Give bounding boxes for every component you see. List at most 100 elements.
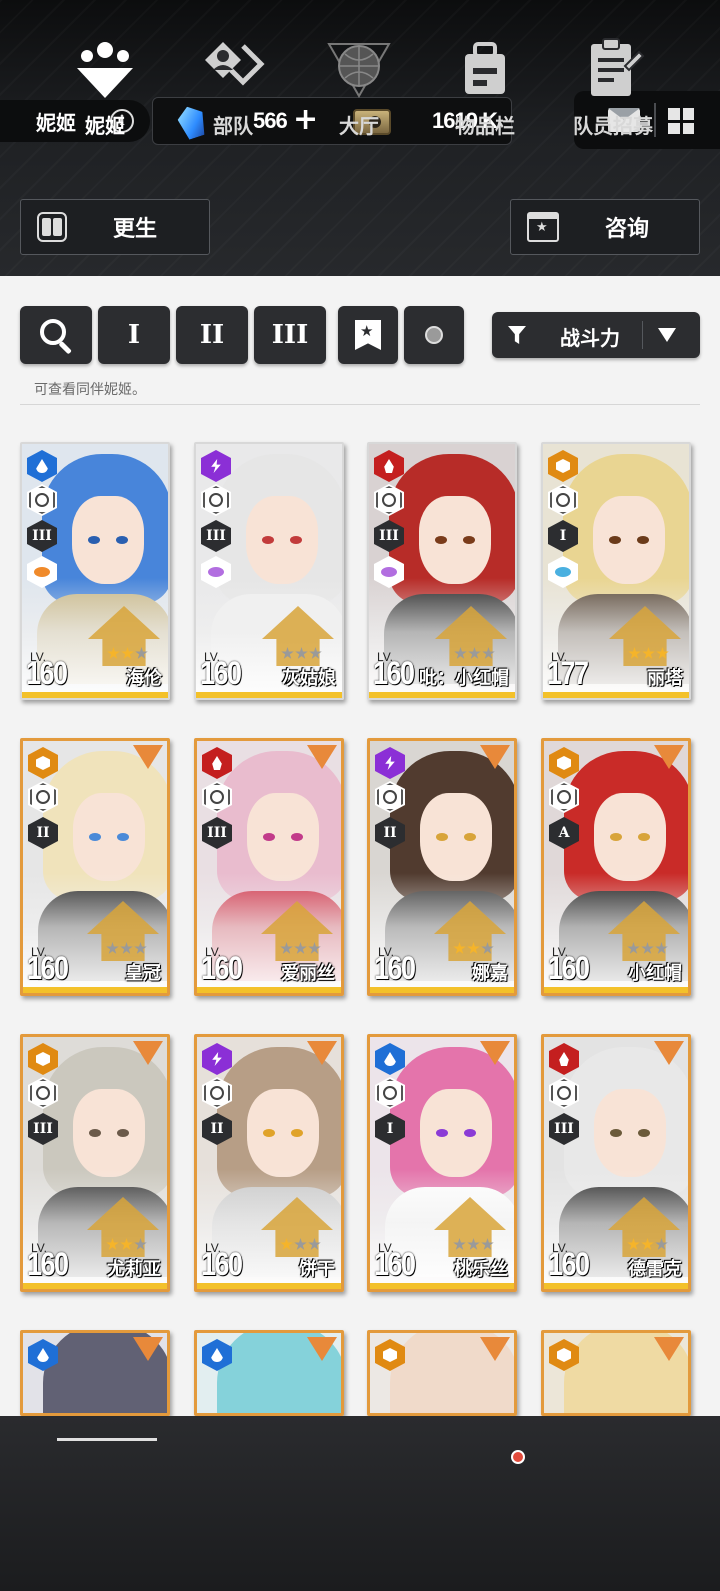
nikke-card[interactable]: III LV. 160 吡：小红帽 bbox=[367, 442, 517, 700]
level-bar bbox=[543, 692, 689, 698]
nikke-card[interactable] bbox=[541, 1330, 691, 1416]
nav-inventory[interactable]: 物品栏 bbox=[420, 0, 550, 175]
level-value: 160 bbox=[27, 950, 69, 986]
limit-break-stars bbox=[627, 942, 668, 955]
circle-icon bbox=[425, 326, 443, 344]
limit-break-stars bbox=[106, 942, 147, 955]
nikke-card[interactable]: III LV. 160 德雷克 bbox=[541, 1034, 691, 1292]
limit-break-stars bbox=[627, 1238, 668, 1251]
character-name: 爱丽丝 bbox=[281, 963, 335, 984]
bookmark-star-icon bbox=[355, 320, 381, 350]
limit-break-stars bbox=[281, 647, 322, 660]
search-button[interactable] bbox=[20, 306, 92, 364]
level-value: 160 bbox=[373, 655, 415, 691]
burst-level: III bbox=[206, 528, 226, 544]
consult-button[interactable]: 咨询 bbox=[510, 199, 700, 255]
nikke-card[interactable] bbox=[367, 1330, 517, 1416]
burst-2-filter[interactable]: II bbox=[176, 306, 248, 364]
character-name: 尤莉亚 bbox=[107, 1259, 161, 1280]
nav-squad[interactable]: 部队 bbox=[168, 0, 298, 175]
limit-break-stars bbox=[280, 942, 321, 955]
level-value: 160 bbox=[200, 655, 242, 691]
limit-break-stars bbox=[106, 1238, 147, 1251]
limit-break-stars bbox=[107, 647, 148, 660]
hint-text: 可查看同伴妮姬。 bbox=[34, 382, 146, 398]
character-name: 丽塔 bbox=[647, 668, 683, 689]
level-value: 160 bbox=[548, 950, 590, 986]
filter-icon bbox=[508, 326, 526, 344]
squad-icon bbox=[205, 42, 265, 86]
character-name: 灰姑娘 bbox=[282, 668, 336, 689]
divider bbox=[642, 321, 643, 349]
level-value: 160 bbox=[201, 950, 243, 986]
notification-badge bbox=[511, 1450, 525, 1464]
nikke-card[interactable]: II LV. 160 娜嘉 bbox=[367, 738, 517, 996]
nikke-card[interactable]: I LV. 177 丽塔 bbox=[541, 442, 691, 700]
rebirth-label: 更生 bbox=[112, 217, 157, 242]
level-value: 160 bbox=[26, 655, 68, 691]
level-bar bbox=[23, 1283, 167, 1289]
nav-label: 妮姬 bbox=[85, 114, 125, 138]
burst-level: III bbox=[379, 528, 399, 544]
search-icon bbox=[40, 319, 66, 345]
active-tab-indicator bbox=[57, 1438, 157, 1441]
burst-1-filter[interactable]: I bbox=[98, 306, 170, 364]
nav-label: 队员招募 bbox=[573, 114, 653, 138]
nav-lobby[interactable]: 大厅 bbox=[294, 0, 424, 175]
burst-level: I bbox=[386, 1121, 394, 1137]
level-value: 160 bbox=[201, 1246, 243, 1282]
burst-level: III bbox=[554, 1121, 574, 1137]
level-bar bbox=[370, 987, 514, 993]
character-name: 吡：小红帽 bbox=[419, 668, 509, 689]
nikke-card[interactable]: A LV. 160 小红帽 bbox=[541, 738, 691, 996]
consult-label: 咨询 bbox=[604, 217, 649, 242]
favorite-filter[interactable] bbox=[338, 306, 398, 364]
nikke-card[interactable]: II LV. 160 皇冠 bbox=[20, 738, 170, 996]
character-name: 饼干 bbox=[299, 1259, 335, 1280]
level-value: 160 bbox=[374, 950, 416, 986]
toggle-filter[interactable] bbox=[404, 306, 464, 364]
burst-3-filter[interactable]: III bbox=[254, 306, 326, 364]
nikke-card[interactable] bbox=[20, 1330, 170, 1416]
level-bar bbox=[197, 1283, 341, 1289]
level-bar bbox=[23, 987, 167, 993]
level-bar bbox=[196, 692, 342, 698]
character-name: 德雷克 bbox=[628, 1259, 682, 1280]
limit-break-stars bbox=[454, 647, 495, 660]
level-value: 160 bbox=[548, 1246, 590, 1282]
sort-dropdown[interactable]: 战斗力 bbox=[492, 312, 700, 358]
limit-break-stars bbox=[628, 647, 669, 660]
burst-level: II bbox=[210, 1121, 224, 1137]
inventory-icon bbox=[465, 42, 505, 94]
nikke-card[interactable]: III LV. 160 爱丽丝 bbox=[194, 738, 344, 996]
nikke-card[interactable] bbox=[194, 1330, 344, 1416]
level-bar bbox=[544, 1283, 688, 1289]
limit-break-stars bbox=[453, 1238, 494, 1251]
burst-level: I bbox=[559, 528, 567, 544]
level-value: 177 bbox=[547, 655, 589, 691]
level-bar bbox=[369, 692, 515, 698]
nikke-card[interactable]: II LV. 160 饼干 bbox=[194, 1034, 344, 1292]
burst-level: A bbox=[558, 825, 570, 841]
burst-level: II bbox=[383, 825, 397, 841]
bottom-nav bbox=[0, 1416, 720, 1591]
character-name: 桃乐丝 bbox=[454, 1259, 508, 1280]
rebirth-button[interactable]: 更生 bbox=[20, 199, 210, 255]
limit-break-stars bbox=[280, 1238, 321, 1251]
character-name: 娜嘉 bbox=[472, 963, 508, 984]
nikke-card[interactable]: III LV. 160 尤莉亚 bbox=[20, 1034, 170, 1292]
nav-recruit[interactable]: 队员招募 bbox=[548, 0, 678, 175]
level-value: 160 bbox=[27, 1246, 69, 1282]
character-name: 海伦 bbox=[126, 668, 162, 689]
character-name: 小红帽 bbox=[628, 963, 682, 984]
nikke-card[interactable]: I LV. 160 桃乐丝 bbox=[367, 1034, 517, 1292]
nav-label: 部队 bbox=[213, 114, 253, 138]
burst-level: II bbox=[36, 825, 50, 841]
recruit-clipboard-icon bbox=[591, 38, 645, 96]
level-value: 160 bbox=[374, 1246, 416, 1282]
nav-nikke[interactable]: 妮姬 bbox=[40, 0, 170, 175]
limit-break-stars bbox=[453, 942, 494, 955]
nikke-card[interactable]: III LV. 160 海伦 bbox=[20, 442, 170, 700]
sort-label: 战斗力 bbox=[560, 326, 620, 350]
nikke-card[interactable]: III LV. 160 灰姑娘 bbox=[194, 442, 344, 700]
